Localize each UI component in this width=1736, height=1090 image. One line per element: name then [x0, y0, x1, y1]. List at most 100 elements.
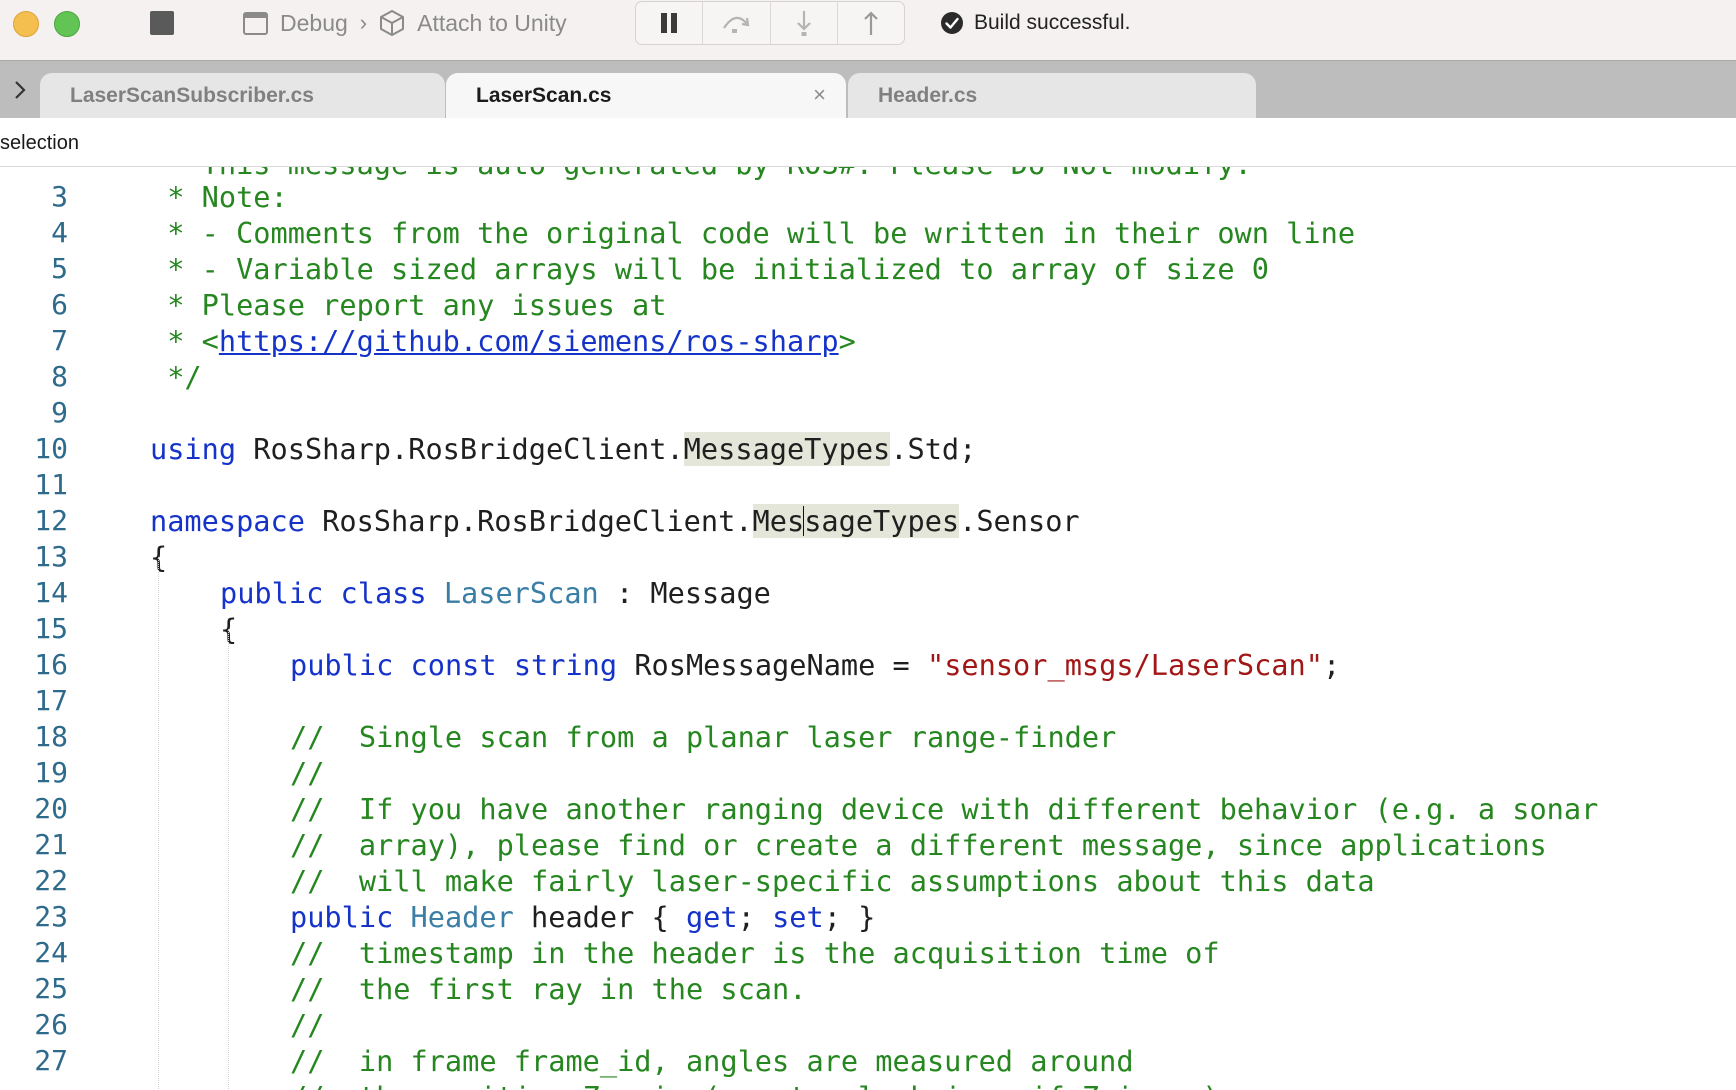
tab-header[interactable]: Header.cs: [848, 73, 1256, 119]
code-token: class: [340, 576, 427, 610]
chevron-right-icon: ›: [359, 10, 368, 35]
step-out-button[interactable]: [838, 2, 904, 44]
build-status: Build successful.: [940, 8, 1130, 38]
step-out-icon: [864, 11, 878, 35]
code-text: * Note:: [150, 180, 288, 214]
line-number: 19: [34, 756, 68, 789]
debug-controls: [635, 1, 905, 45]
code-line: 14 public class LaserScan : Message: [0, 575, 1736, 611]
code-line: 21 // array), please find or create a dif…: [0, 827, 1736, 863]
indent-guide: [158, 557, 159, 1090]
code-token: : Message: [598, 576, 771, 610]
code-token: ; }: [823, 900, 876, 934]
code-token: // the first ray in the scan.: [290, 972, 807, 1006]
code-token: RosSharp.RosBridgeClient.: [304, 504, 753, 538]
code-line: 17: [0, 683, 1736, 719]
step-over-button[interactable]: [703, 2, 771, 44]
code-token: .Std;: [890, 432, 977, 466]
code-token: */: [150, 360, 202, 394]
code-token: public: [220, 576, 324, 610]
run-target: Attach to Unity: [417, 9, 567, 36]
code-text: // the positive Z axis (counterclockwise…: [290, 1080, 1220, 1090]
window-toolbar: Debug › Attach to Unity Build successful…: [0, 0, 1736, 60]
code-token: get: [685, 900, 738, 934]
line-number: 9: [51, 396, 68, 429]
code-text: * - Variable sized arrays will be initia…: [150, 252, 1269, 286]
step-into-button[interactable]: [771, 2, 838, 44]
line-number: 12: [34, 504, 68, 537]
code-token: string: [513, 648, 618, 682]
code-token: public: [290, 648, 394, 682]
line-number: 21: [34, 828, 68, 861]
code-text: //: [290, 1008, 324, 1042]
tab-laserscansubscriber[interactable]: LaserScanSubscriber.cs: [40, 73, 445, 119]
code-line: 9: [0, 395, 1736, 431]
code-line: 24 // timestamp in the header is the acqu…: [0, 935, 1736, 971]
code-line: 5 * - Variable sized arrays will be init…: [0, 251, 1736, 287]
code-line: 26 //: [0, 1007, 1736, 1043]
breadcrumb-item[interactable]: selection: [0, 132, 79, 155]
line-number: 25: [34, 972, 68, 1005]
code-text: // will make fairly laser-specific assum…: [290, 864, 1375, 898]
code-token: * Note:: [150, 180, 288, 214]
line-number: 15: [34, 612, 68, 645]
line-number: 8: [51, 360, 68, 393]
tab-laserscan[interactable]: LaserScan.cs ×: [446, 73, 846, 119]
code-text: // array), please find or create a diffe…: [290, 828, 1547, 862]
line-number: 22: [34, 864, 68, 897]
code-token: * - Comments from the original code will…: [150, 216, 1356, 250]
code-token: .Sensor: [959, 504, 1080, 538]
code-line: 6 * Please report any issues at: [0, 287, 1736, 323]
build-status-text: Build successful.: [974, 11, 1131, 34]
window-icon: [243, 11, 268, 35]
code-token: LaserScan: [443, 576, 599, 610]
code-line: 13{: [0, 539, 1736, 575]
code-line: 18 // Single scan from a planar laser ran…: [0, 719, 1736, 755]
code-token: ;: [737, 900, 773, 934]
code-token: header {: [513, 900, 686, 934]
code-link[interactable]: https://github.com/siemens/ros-sharp: [219, 324, 839, 358]
step-over-icon: [723, 16, 750, 33]
code-line: 7 * <https://github.com/siemens/ros-shar…: [0, 323, 1736, 359]
stop-icon[interactable]: [150, 11, 174, 35]
minimize-window-button[interactable]: [13, 11, 39, 37]
code-line: 22 // will make fairly laser-specific ass…: [0, 863, 1736, 899]
code-text: public class LaserScan : Message: [220, 576, 771, 610]
line-number: 14: [34, 576, 68, 609]
zoom-window-button[interactable]: [54, 11, 80, 37]
line-number: 18: [34, 720, 68, 753]
chevron-right-icon: [15, 81, 26, 99]
code-token: RosSharp.RosBridgeClient.: [236, 432, 684, 466]
code-token: // If you have another ranging device wi…: [290, 792, 1599, 826]
pause-icon: [661, 13, 678, 33]
document-tab-bar: LaserScanSubscriber.cs LaserScan.cs × He…: [0, 60, 1736, 119]
code-token: // array), please find or create a diffe…: [290, 828, 1547, 862]
code-token: //: [290, 1008, 325, 1042]
code-text: // the first ray in the scan.: [290, 972, 806, 1006]
tab-label: Header.cs: [878, 84, 978, 107]
code-token: "sensor_msgs/LaserScan": [926, 648, 1323, 682]
line-number: 4: [51, 216, 68, 249]
code-line: 12 namespace RosSharp.RosBridgeClient.Mes…: [0, 503, 1736, 539]
code-token: * Please report any issues at: [150, 288, 667, 322]
code-text: namespace RosSharp.RosBridgeClient.Messa…: [150, 504, 1080, 538]
code-text: */: [150, 360, 202, 394]
line-number: 10: [34, 432, 68, 465]
line-number: 6: [51, 288, 68, 321]
code-token: >: [838, 324, 856, 358]
code-line: 20 // If you have another ranging device …: [0, 791, 1736, 827]
line-number: 24: [34, 936, 68, 969]
code-line: 27 // in frame frame_id, angles are measu…: [0, 1043, 1736, 1079]
code-line: 15{: [0, 611, 1736, 647]
run-configuration-selector[interactable]: Debug › Attach to Unity: [243, 8, 567, 38]
code-text: // in frame frame_id, angles are measure…: [290, 1044, 1134, 1078]
code-editor[interactable]: * This message is auto generated by ROS#…: [0, 167, 1736, 1090]
expand-sidebar-button[interactable]: [0, 61, 40, 119]
close-tab-icon[interactable]: ×: [813, 82, 826, 108]
pause-button[interactable]: [636, 2, 704, 44]
line-number: 27: [34, 1044, 68, 1077]
